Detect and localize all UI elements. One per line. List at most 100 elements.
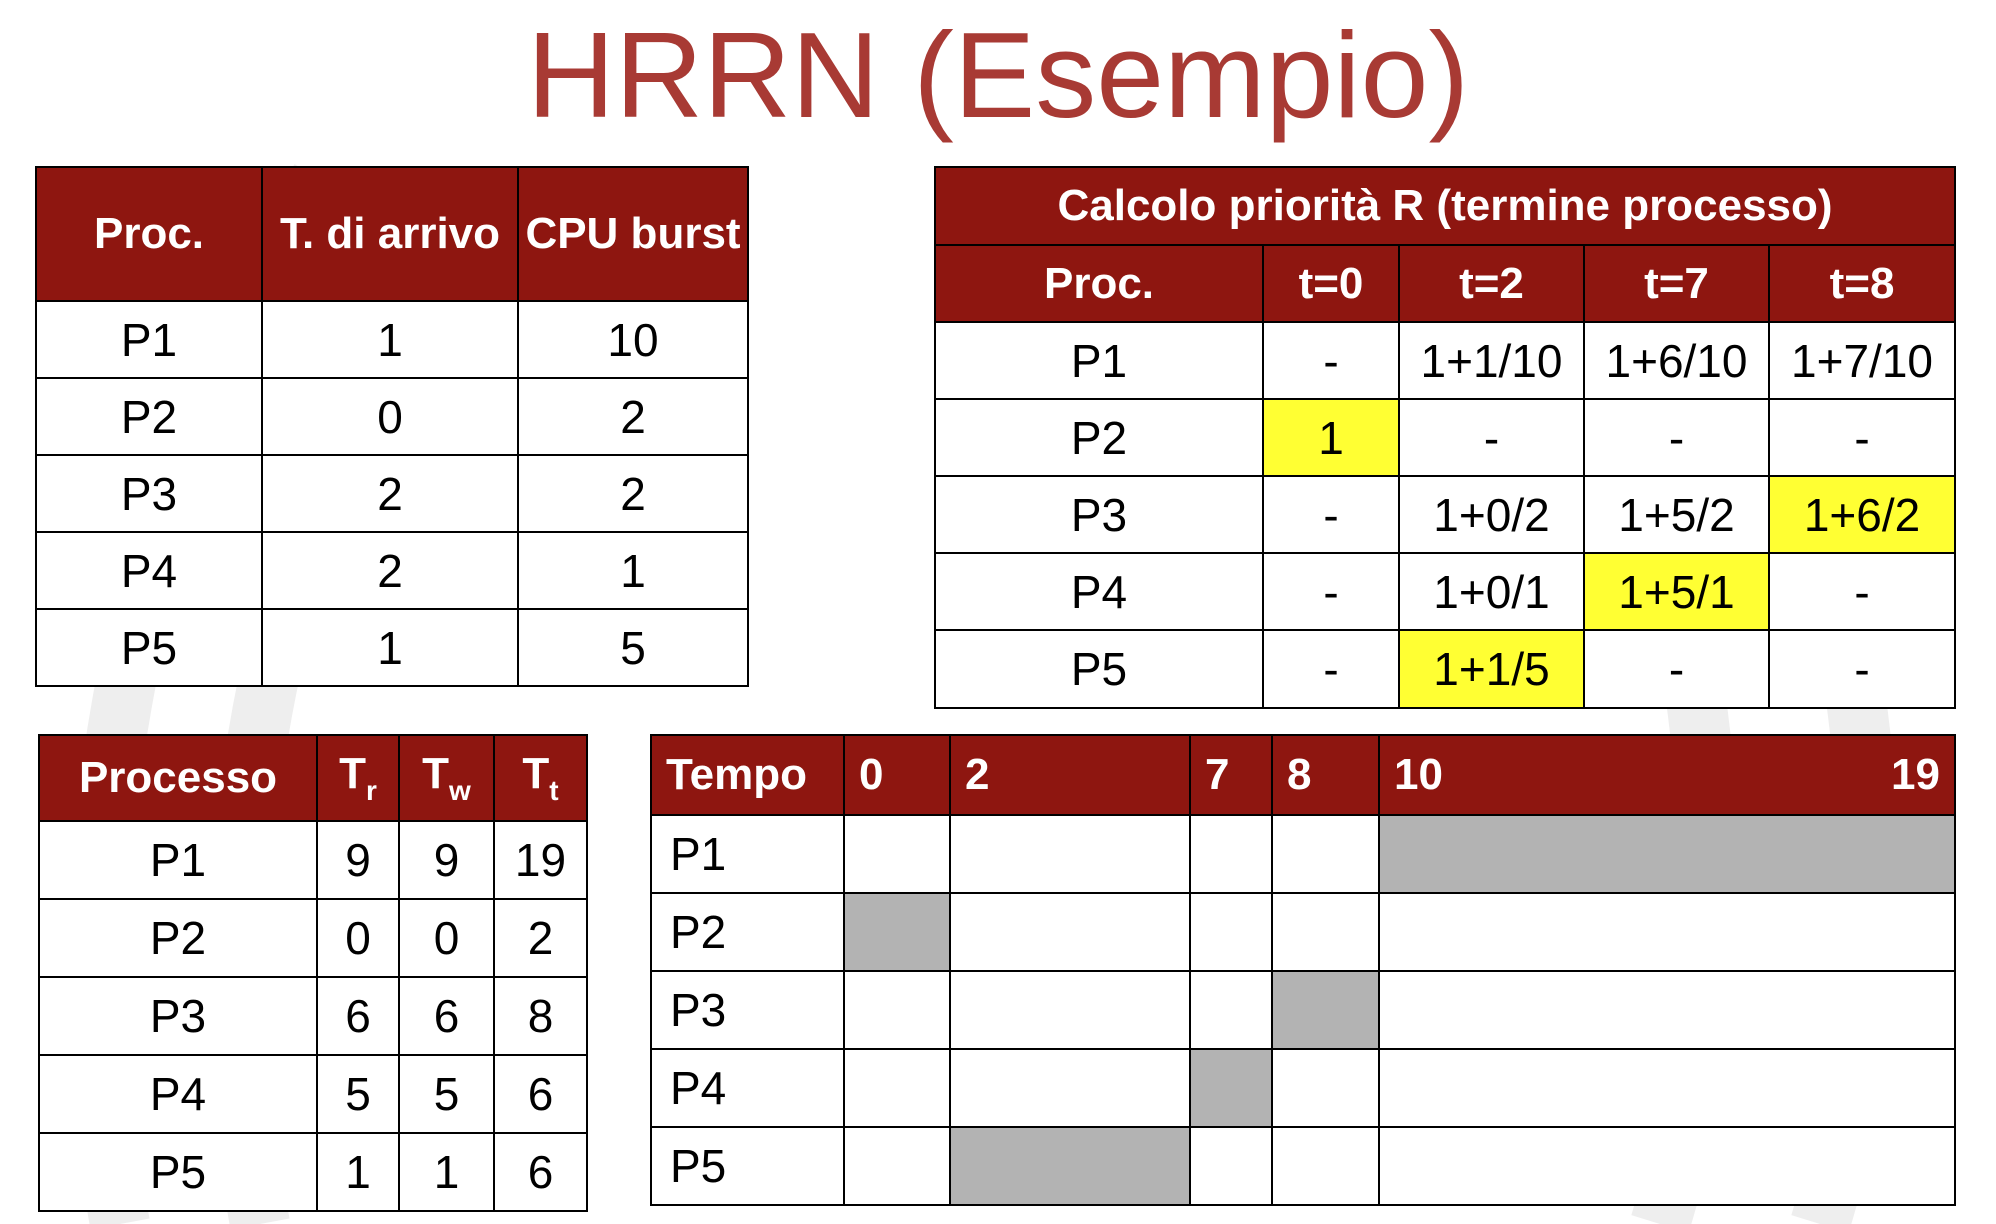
- gantt-row: P5: [650, 1126, 1956, 1206]
- cell: 1+7/10: [1767, 321, 1957, 400]
- gantt-row: P1: [650, 814, 1956, 894]
- cell: 1+1/10: [1398, 321, 1585, 400]
- cell: -: [1767, 629, 1957, 709]
- cell: P2: [35, 377, 263, 456]
- gantt-row-label: P5: [650, 1126, 845, 1206]
- gantt-cell: [843, 1126, 951, 1206]
- header-t0: t=0: [1262, 244, 1400, 323]
- cell: P1: [38, 820, 318, 900]
- gantt-cell: [949, 892, 1191, 972]
- cell: 0: [316, 898, 400, 978]
- cell: 6: [398, 976, 495, 1056]
- gantt-cell: [1189, 970, 1273, 1050]
- table-row: P4 - 1+0/1 1+5/1 -: [934, 552, 1957, 631]
- gantt-cell: [1378, 1126, 1956, 1206]
- cell: 0: [261, 377, 519, 456]
- table-row: P5 1 5: [35, 608, 749, 687]
- highlighted-cell: 1+5/1: [1583, 552, 1770, 631]
- header-cpu-burst: CPU burst: [517, 166, 749, 302]
- header-tt: Tt: [493, 734, 588, 822]
- cell: 6: [316, 976, 400, 1056]
- cell: -: [1767, 552, 1957, 631]
- gantt-row: P2: [650, 892, 1956, 972]
- table-row: P2 0 0 2: [38, 898, 588, 978]
- page-title: HRRN (Esempio): [526, 7, 1470, 143]
- table-row: P1 1 10: [35, 300, 749, 379]
- gantt-row-label: P2: [650, 892, 845, 972]
- table-row: P3 - 1+0/2 1+5/2 1+6/2: [934, 475, 1957, 554]
- table-row: P1 9 9 19: [38, 820, 588, 900]
- process-table: Proc. T. di arrivo CPU burst P1 1 10 P2 …: [35, 166, 749, 687]
- tick-label: 19: [1891, 750, 1940, 799]
- gantt-cell: [1189, 814, 1273, 894]
- cell: P2: [38, 898, 318, 978]
- header-t8: t=8: [1767, 244, 1957, 323]
- gantt-bar: [843, 892, 951, 972]
- gantt-cell: [1271, 892, 1380, 972]
- cell: 1: [316, 1132, 400, 1212]
- gantt-row-label: P3: [650, 970, 845, 1050]
- gantt-cell: [1378, 970, 1956, 1050]
- gantt-chart: Tempo 0 2 7 8 10 19 P1 P2 P3 P4 P5: [650, 734, 1956, 1206]
- tick-label: 0: [843, 734, 951, 816]
- cell: 1: [398, 1132, 495, 1212]
- priority-table: Calcolo priorità R (termine processo) Pr…: [933, 166, 1957, 709]
- gantt-bar: [1378, 814, 1956, 894]
- gantt-row-label: P4: [650, 1048, 845, 1128]
- tick-label: 8: [1271, 734, 1380, 816]
- tick-label: 10: [1394, 750, 1443, 799]
- cell: 1+0/1: [1398, 552, 1585, 631]
- cell: 0: [398, 898, 495, 978]
- cell: 6: [493, 1054, 588, 1134]
- header-proc: Proc.: [934, 244, 1264, 323]
- gantt-bar: [949, 1126, 1191, 1206]
- cell: 10: [517, 300, 749, 379]
- gantt-bar: [1271, 970, 1380, 1050]
- gantt-cell: [1271, 814, 1380, 894]
- table-row: P4 2 1: [35, 531, 749, 610]
- tick-label: 2: [949, 734, 1191, 816]
- cell: -: [1583, 629, 1770, 709]
- table-row: P2 1 - - -: [934, 398, 1957, 477]
- cell: P3: [38, 976, 318, 1056]
- cell: P5: [934, 629, 1264, 709]
- highlighted-cell: 1+6/2: [1767, 475, 1957, 554]
- gantt-cell: [949, 814, 1191, 894]
- cell: -: [1262, 475, 1400, 554]
- header-proc: Proc.: [35, 166, 263, 302]
- table-row: P3 2 2: [35, 454, 749, 533]
- cell: 1: [517, 531, 749, 610]
- highlighted-cell: 1: [1262, 398, 1400, 477]
- cell: -: [1262, 552, 1400, 631]
- header-process: Processo: [38, 734, 318, 822]
- gantt-cell: [1189, 892, 1273, 972]
- cell: 6: [493, 1132, 588, 1212]
- table-row: P2 0 2: [35, 377, 749, 456]
- cell: P2: [934, 398, 1264, 477]
- cell: P3: [934, 475, 1264, 554]
- gantt-row: P4: [650, 1048, 1956, 1128]
- gantt-cell: [1378, 892, 1956, 972]
- table-row: P3 6 6 8: [38, 976, 588, 1056]
- gantt-label: Tempo: [650, 734, 845, 816]
- cell: 5: [398, 1054, 495, 1134]
- gantt-row-label: P1: [650, 814, 845, 894]
- cell: 5: [517, 608, 749, 687]
- cell: 1: [261, 300, 519, 379]
- cell: P4: [934, 552, 1264, 631]
- cell: -: [1398, 398, 1585, 477]
- cell: P5: [38, 1132, 318, 1212]
- gantt-cell: [843, 814, 951, 894]
- table-row: P5 - 1+1/5 - -: [934, 629, 1957, 709]
- header-arrival-time: T. di arrivo: [261, 166, 519, 302]
- gantt-bar: [1189, 1048, 1273, 1128]
- cell: -: [1583, 398, 1770, 477]
- gantt-cell: [949, 1048, 1191, 1128]
- cell: -: [1262, 629, 1400, 709]
- cell: -: [1262, 321, 1400, 400]
- cell: 2: [261, 531, 519, 610]
- gantt-cell: [949, 970, 1191, 1050]
- header-tr: Tr: [316, 734, 400, 822]
- cell: 1+0/2: [1398, 475, 1585, 554]
- cell: 8: [493, 976, 588, 1056]
